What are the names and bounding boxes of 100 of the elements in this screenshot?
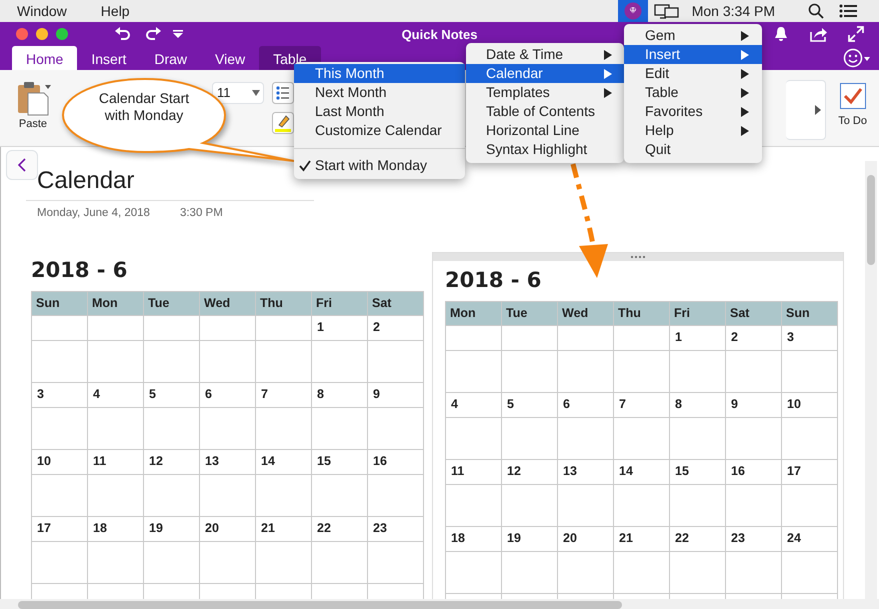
menu-item[interactable]: Customize Calendar <box>294 121 465 140</box>
menu-item[interactable]: Table <box>624 83 762 102</box>
scrollbar-thumb[interactable] <box>18 601 622 609</box>
menu-item[interactable]: Templates <box>466 83 624 102</box>
customize-toolbar-icon[interactable] <box>172 29 184 39</box>
search-icon[interactable] <box>808 3 824 19</box>
date-cell: 6 <box>200 382 256 407</box>
date-cell: 4 <box>446 392 502 417</box>
clipboard-icon <box>15 80 51 116</box>
to-do-checkbox[interactable] <box>840 83 866 109</box>
menu-item[interactable]: Quit <box>624 140 762 159</box>
column-header: Fri <box>670 301 726 325</box>
window-title: Quick Notes <box>402 26 478 44</box>
date-cell: 9 <box>368 382 424 407</box>
bell-icon[interactable] <box>774 26 788 42</box>
menu-item[interactable]: Help <box>624 121 762 140</box>
close-button[interactable] <box>16 28 28 40</box>
page-time: 3:30 PM <box>180 206 223 222</box>
date-cell: 23 <box>368 516 424 541</box>
vertical-scrollbar[interactable] <box>865 161 877 599</box>
menu-bar-item[interactable]: Window <box>0 0 84 22</box>
date-cell: 11 <box>446 459 502 484</box>
date-cell: 11 <box>88 449 144 474</box>
minimize-button[interactable] <box>36 28 48 40</box>
share-icon[interactable] <box>810 26 828 42</box>
page-date: Monday, June 4, 2018 <box>37 206 150 222</box>
date-cell: 8 <box>312 382 368 407</box>
date-cell: 19 <box>144 516 200 541</box>
date-cell: 23 <box>726 526 782 551</box>
date-cell: 3 <box>782 325 838 350</box>
ribbon-tab[interactable]: Home <box>12 46 78 70</box>
menu-item[interactable]: Next Month <box>294 83 465 102</box>
ribbon-tab[interactable]: Insert <box>77 46 140 70</box>
paste-button[interactable]: Paste <box>10 80 56 132</box>
column-header: Tue <box>502 301 558 325</box>
date-cell: 2 <box>368 315 424 340</box>
column-header: Fri <box>312 291 368 315</box>
back-button[interactable] <box>6 150 38 180</box>
gallery-arrow-icon[interactable] <box>815 105 822 115</box>
column-header: Mon <box>446 301 502 325</box>
column-header: Sat <box>368 291 424 315</box>
menu-item[interactable]: Syntax Highlight <box>466 140 624 159</box>
ribbon-tab[interactable]: Draw <box>140 46 202 70</box>
ribbon-tab[interactable]: View <box>201 46 260 70</box>
date-cell: 12 <box>502 459 558 484</box>
menu-item[interactable]: Calendar <box>466 64 624 83</box>
date-cell: 13 <box>200 449 256 474</box>
date-cell: 21 <box>256 516 312 541</box>
clock-text: Mon 3:34 PM <box>692 2 775 20</box>
drag-handle-icon[interactable] <box>631 255 645 259</box>
date-cell: 3 <box>32 382 88 407</box>
column-header: Sun <box>32 291 88 315</box>
callout-text: Calendar Start with Monday <box>98 90 190 124</box>
chevron-left-icon <box>18 158 26 172</box>
horizontal-scrollbar[interactable] <box>0 599 879 609</box>
menu-item[interactable]: This Month <box>294 64 465 83</box>
menu-item[interactable]: Table of Contents <box>466 102 624 121</box>
font-size-field[interactable]: 11 <box>212 82 264 104</box>
highlighter-icon[interactable] <box>272 112 294 134</box>
expand-icon[interactable] <box>848 26 864 42</box>
redo-icon[interactable] <box>144 26 162 42</box>
date-cell: 13 <box>558 459 614 484</box>
menu-item[interactable]: Insert <box>624 45 762 64</box>
column-header: Wed <box>558 301 614 325</box>
zoom-button[interactable] <box>56 28 68 40</box>
gem-menu-button[interactable] <box>618 0 648 22</box>
date-cell: 19 <box>502 526 558 551</box>
menu-item[interactable]: Horizontal Line <box>466 121 624 140</box>
display-icon[interactable] <box>654 2 680 20</box>
calendar-title: 2018 - 6 <box>31 257 128 284</box>
undo-icon[interactable] <box>114 26 132 42</box>
date-cell: 16 <box>726 459 782 484</box>
column-header: Thu <box>614 301 670 325</box>
date-cell: 24 <box>782 526 838 551</box>
menu-bar-item[interactable]: Help <box>84 0 147 22</box>
date-cell: 10 <box>32 449 88 474</box>
list-icon[interactable] <box>839 4 857 18</box>
date-cell: 5 <box>502 392 558 417</box>
menu-item[interactable]: Last Month <box>294 102 465 121</box>
gem-icon <box>624 2 642 20</box>
column-header: Sat <box>726 301 782 325</box>
to-do-button[interactable]: To Do <box>838 83 867 130</box>
date-cell: 10 <box>782 392 838 417</box>
date-cell: 17 <box>782 459 838 484</box>
date-cell: 7 <box>614 392 670 417</box>
menu-item[interactable]: Favorites <box>624 102 762 121</box>
date-cell: 22 <box>312 516 368 541</box>
date-cell: 14 <box>614 459 670 484</box>
smiley-icon[interactable] <box>843 48 871 68</box>
date-cell: 12 <box>144 449 200 474</box>
date-cell: 16 <box>368 449 424 474</box>
scrollbar-thumb[interactable] <box>867 175 875 265</box>
date-cell: 18 <box>88 516 144 541</box>
date-cell: 4 <box>88 382 144 407</box>
menu-item[interactable]: Edit <box>624 64 762 83</box>
date-cell: 6 <box>558 392 614 417</box>
date-cell: 2 <box>726 325 782 350</box>
date-cell: 17 <box>32 516 88 541</box>
bullet-list-icon[interactable] <box>272 82 294 104</box>
date-cell: 15 <box>670 459 726 484</box>
